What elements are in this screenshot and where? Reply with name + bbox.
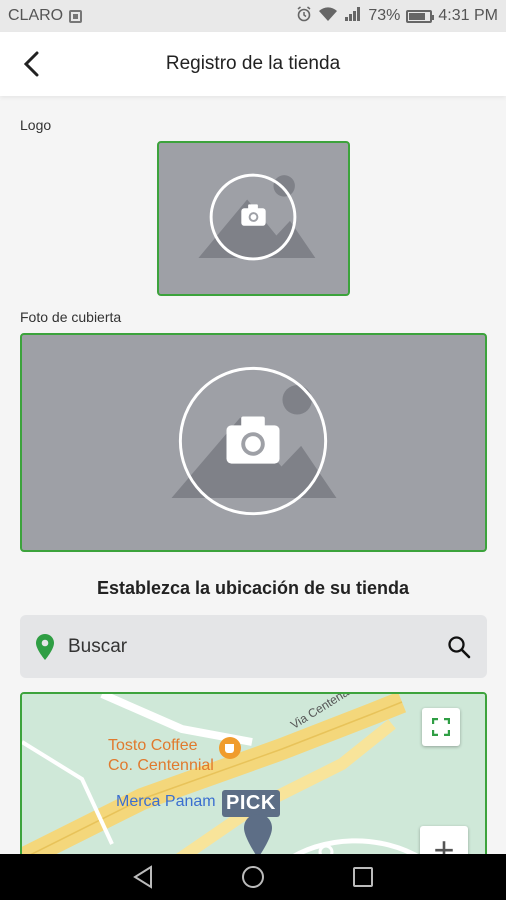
circle-home-icon	[242, 866, 264, 888]
cover-photo-picker[interactable]	[20, 333, 487, 552]
signal-icon	[344, 6, 362, 27]
search-icon[interactable]	[447, 635, 471, 659]
gallery-notification-icon	[69, 9, 83, 23]
image-placeholder-icon	[171, 366, 337, 516]
cover-photo-label: Foto de cubierta	[20, 309, 122, 325]
poi-coffee-line1: Tosto Coffee	[108, 737, 198, 754]
poi-coffee[interactable]: Tosto Coffee Co. Centennial	[108, 736, 214, 776]
fullscreen-icon	[432, 718, 450, 736]
battery-percent: 73%	[368, 7, 401, 24]
system-navigation-bar	[0, 854, 506, 900]
map-pin-icon[interactable]	[244, 814, 272, 858]
back-button[interactable]	[14, 46, 50, 82]
triangle-back-icon	[133, 865, 152, 889]
fullscreen-button[interactable]	[422, 708, 460, 746]
nav-recents-button[interactable]	[343, 857, 383, 897]
image-placeholder-icon	[198, 173, 316, 261]
logo-image-picker[interactable]	[157, 141, 350, 296]
location-map[interactable]: Via Centenario Tosto Coffee Co. Centenni…	[20, 692, 487, 862]
status-bar: CLARO 73% 4:31 PM	[0, 0, 506, 32]
clock: 4:31 PM	[438, 7, 498, 24]
carrier-label: CLARO	[8, 7, 64, 24]
location-search-bar[interactable]	[20, 615, 487, 678]
battery-icon	[406, 9, 435, 23]
search-input[interactable]	[68, 635, 447, 658]
poi-merca[interactable]: Merca Panam	[116, 793, 216, 811]
camera-icon	[226, 416, 280, 464]
logo-label: Logo	[20, 117, 52, 133]
poi-coffee-line2: Co. Centennial	[108, 757, 214, 774]
nav-back-button[interactable]	[123, 857, 163, 897]
square-recents-icon	[353, 867, 373, 887]
wifi-icon	[318, 6, 338, 27]
location-section-title: Establezca la ubicación de su tienda	[96, 578, 410, 598]
nav-home-button[interactable]	[233, 857, 273, 897]
app-bar: Registro de la tienda	[0, 32, 506, 96]
page-title: Registro de la tienda	[165, 53, 341, 74]
location-pin-icon	[36, 633, 54, 660]
map-pin-label: PICK	[222, 790, 280, 817]
alarm-icon	[296, 5, 312, 27]
back-arrow-icon	[23, 51, 39, 77]
